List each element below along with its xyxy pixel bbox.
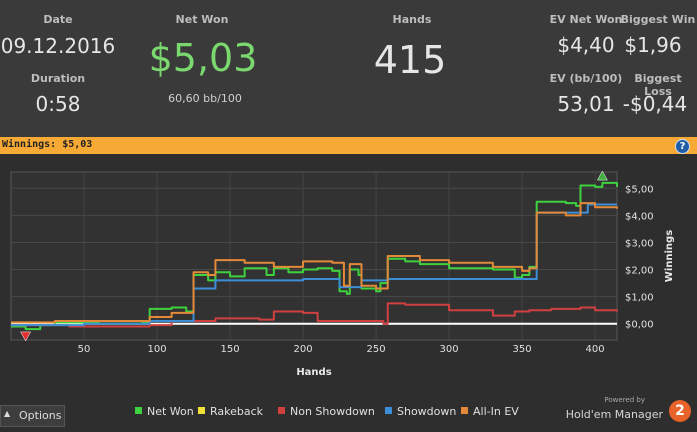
y-axis-label: Winnings (664, 230, 675, 282)
legend-swatch (385, 407, 392, 414)
chevron-up-icon: ▲ (4, 409, 11, 418)
y-tick-label: $3,00 (625, 238, 654, 249)
y-tick-label: $2,00 (625, 266, 654, 277)
legend-swatch (278, 407, 285, 414)
x-tick-label: 100 (147, 344, 166, 355)
winnings-chart: $0,00 $1,00 $2,00 $3,00 $4,00 $5,00 50 100 150 20… (10, 170, 675, 378)
legend-swatch (135, 407, 142, 414)
legend-swatch (198, 407, 205, 414)
x-tick-label: 50 (78, 344, 91, 355)
x-axis-label: Hands (296, 367, 331, 378)
brand-logo: Powered by Hold'em Manager 2 (541, 394, 691, 428)
x-tick-label: 150 (220, 344, 239, 355)
legend-item-net-won[interactable]: Net Won (135, 405, 194, 418)
legend-label: Non Showdown (290, 405, 375, 418)
brand-name: Hold'em Manager (565, 408, 663, 421)
y-tick-label: $5,00 (625, 184, 654, 195)
legend-label: All-In EV (473, 405, 519, 418)
options-button[interactable]: ▲ Options (0, 405, 65, 427)
legend-label: Showdown (397, 405, 457, 418)
legend-item-all-in-ev[interactable]: All-In EV (461, 405, 519, 418)
y-tick-label: $1,00 (625, 293, 654, 304)
legend-item-non-showdown[interactable]: Non Showdown (278, 405, 375, 418)
y-tick-label: $0,00 (625, 320, 654, 331)
legend-item-showdown[interactable]: Showdown (385, 405, 456, 418)
x-tick-label: 400 (586, 344, 605, 355)
legend-label: Net Won (147, 405, 194, 418)
legend-item-rakeback[interactable]: Rakeback (198, 405, 263, 418)
x-tick-label: 300 (440, 344, 459, 355)
x-tick-label: 200 (294, 344, 313, 355)
x-tick-label: 250 (367, 344, 386, 355)
y-tick-label: $4,00 (625, 211, 654, 222)
options-label: Options (19, 409, 62, 422)
legend-label: Rakeback (210, 405, 264, 418)
x-tick-label: 350 (513, 344, 532, 355)
legend-swatch (461, 407, 468, 414)
powered-by-text: Powered by (604, 396, 645, 404)
plot-area (10, 171, 618, 341)
brand-badge-icon: 2 (669, 400, 691, 422)
